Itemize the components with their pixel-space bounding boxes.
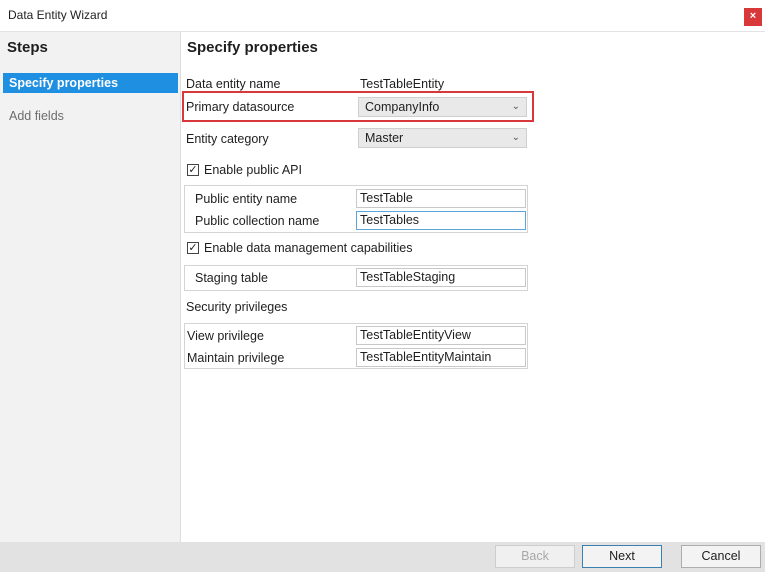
maintain-privilege-input[interactable]: TestTableEntityMaintain	[356, 348, 526, 367]
view-privilege-input[interactable]: TestTableEntityView	[356, 326, 526, 345]
public-collection-name-input[interactable]: TestTables	[356, 211, 526, 230]
data-management-label: Enable data management capabilities	[204, 241, 413, 255]
view-privilege-label: View privilege	[187, 329, 264, 343]
highlight-box	[182, 91, 534, 122]
public-collection-name-label: Public collection name	[195, 214, 320, 228]
maintain-privilege-label: Maintain privilege	[187, 351, 285, 365]
page-title: Specify properties	[187, 39, 318, 56]
public-entity-name-input[interactable]: TestTable	[356, 189, 526, 208]
staging-table-label: Staging table	[195, 271, 268, 285]
step-specify-properties[interactable]: Specify properties	[3, 73, 178, 93]
chevron-down-icon: ⌄	[511, 132, 520, 143]
staging-table-input[interactable]: TestTableStaging	[356, 268, 526, 287]
close-icon[interactable]: ×	[744, 8, 762, 26]
entity-name-value: TestTableEntity	[360, 77, 445, 91]
steps-heading: Steps	[7, 39, 48, 56]
public-api-label: Enable public API	[204, 163, 302, 177]
entity-category-label: Entity category	[186, 132, 269, 146]
public-api-checkbox[interactable]: ✓	[187, 164, 199, 176]
back-button[interactable]: Back	[495, 545, 575, 568]
entity-name-label: Data entity name	[186, 77, 281, 91]
step-add-fields[interactable]: Add fields	[9, 109, 64, 123]
check-icon: ✓	[188, 242, 198, 254]
public-entity-name-label: Public entity name	[195, 192, 298, 206]
data-management-checkbox[interactable]: ✓	[187, 242, 199, 254]
entity-category-dropdown[interactable]: Master ⌄	[358, 128, 527, 148]
security-privileges-heading: Security privileges	[186, 300, 288, 314]
check-icon: ✓	[188, 164, 198, 176]
next-button[interactable]: Next	[582, 545, 662, 568]
window-title: Data Entity Wizard	[8, 8, 108, 22]
entity-category-value: Master	[365, 131, 404, 145]
cancel-button[interactable]: Cancel	[681, 545, 761, 568]
title-bar	[0, 0, 765, 32]
